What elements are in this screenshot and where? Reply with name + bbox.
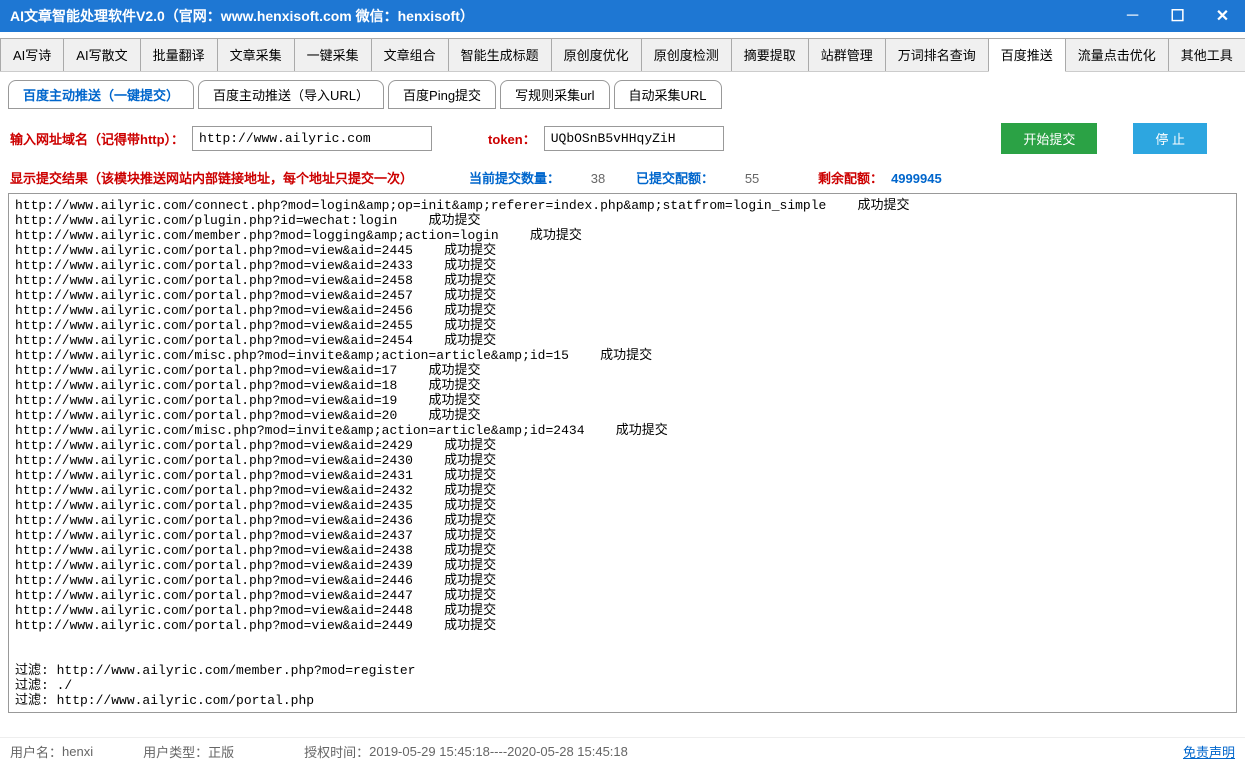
minimize-button[interactable]: ─	[1110, 0, 1155, 32]
main-tab-3[interactable]: 文章采集	[217, 38, 295, 71]
main-tab-11[interactable]: 万词排名查询	[885, 38, 989, 71]
main-tab-5[interactable]: 文章组合	[371, 38, 449, 71]
main-tab-10[interactable]: 站群管理	[808, 38, 886, 71]
status-row: 显示提交结果（该模块推送网站内部链接地址，每个地址只提交一次） 当前提交数量： …	[0, 164, 1245, 193]
close-button[interactable]: ✕	[1200, 0, 1245, 32]
auth-time-label: 授权时间：	[304, 742, 369, 761]
current-count-value: 38	[568, 171, 628, 186]
sub-tab-1[interactable]: 百度主动推送（导入URL）	[198, 80, 384, 109]
user-value: henxi	[62, 744, 93, 759]
sub-tab-3[interactable]: 写规则采集url	[500, 80, 609, 109]
title-bar: AI文章智能处理软件V2.0（官网：www.henxisoft.com 微信：h…	[0, 0, 1245, 32]
remain-quota-label: 剩余配额：	[818, 168, 883, 187]
main-tab-0[interactable]: AI写诗	[0, 38, 64, 71]
main-tab-12[interactable]: 百度推送	[988, 38, 1066, 72]
main-tab-7[interactable]: 原创度优化	[551, 38, 642, 71]
form-row: 输入网址域名（记得带http）： token： 开始提交 停 止	[0, 109, 1245, 164]
user-type-value: 正版	[208, 742, 234, 761]
sub-tabs: 百度主动推送（一键提交）百度主动推送（导入URL）百度Ping提交写规则采集ur…	[0, 72, 1245, 109]
log-output[interactable]: http://www.ailyric.com/connect.php?mod=l…	[8, 193, 1237, 713]
submitted-quota-value: 55	[722, 171, 782, 186]
start-button[interactable]: 开始提交	[1001, 123, 1097, 154]
app-title: AI文章智能处理软件V2.0（官网：www.henxisoft.com 微信：h…	[10, 6, 474, 26]
remain-quota-value: 4999945	[891, 171, 942, 186]
main-tab-13[interactable]: 流量点击优化	[1065, 38, 1169, 71]
main-tabs: AI写诗AI写散文批量翻译文章采集一键采集文章组合智能生成标题原创度优化原创度检…	[0, 32, 1245, 72]
maximize-button[interactable]: ☐	[1155, 0, 1200, 32]
main-tab-9[interactable]: 摘要提取	[731, 38, 809, 71]
main-tab-6[interactable]: 智能生成标题	[448, 38, 552, 71]
auth-time-value: 2019-05-29 15:45:18----2020-05-28 15:45:…	[369, 744, 628, 759]
result-label: 显示提交结果（该模块推送网站内部链接地址，每个地址只提交一次）	[10, 168, 413, 187]
main-tab-14[interactable]: 其他工具	[1168, 38, 1245, 71]
submitted-quota-label: 已提交配额：	[636, 168, 714, 187]
main-tab-4[interactable]: 一键采集	[294, 38, 372, 71]
token-input[interactable]	[544, 126, 724, 151]
window-controls: ─ ☐ ✕	[1110, 0, 1245, 32]
disclaimer-link[interactable]: 免责声明	[1183, 742, 1235, 761]
current-count-label: 当前提交数量：	[469, 168, 560, 187]
url-input[interactable]	[192, 126, 432, 151]
user-type-label: 用户类型：	[143, 742, 208, 761]
main-tab-2[interactable]: 批量翻译	[140, 38, 218, 71]
sub-tab-0[interactable]: 百度主动推送（一键提交）	[8, 80, 194, 109]
main-tab-8[interactable]: 原创度检测	[641, 38, 732, 71]
user-label: 用户名：	[10, 742, 62, 761]
sub-tab-4[interactable]: 自动采集URL	[614, 80, 722, 109]
token-label: token：	[488, 129, 536, 148]
status-bar: 用户名： henxi 用户类型： 正版 授权时间： 2019-05-29 15:…	[0, 737, 1245, 765]
url-label: 输入网址域名（记得带http）：	[10, 129, 184, 148]
main-tab-1[interactable]: AI写散文	[63, 38, 140, 71]
stop-button[interactable]: 停 止	[1133, 123, 1207, 154]
sub-tab-2[interactable]: 百度Ping提交	[388, 80, 496, 109]
